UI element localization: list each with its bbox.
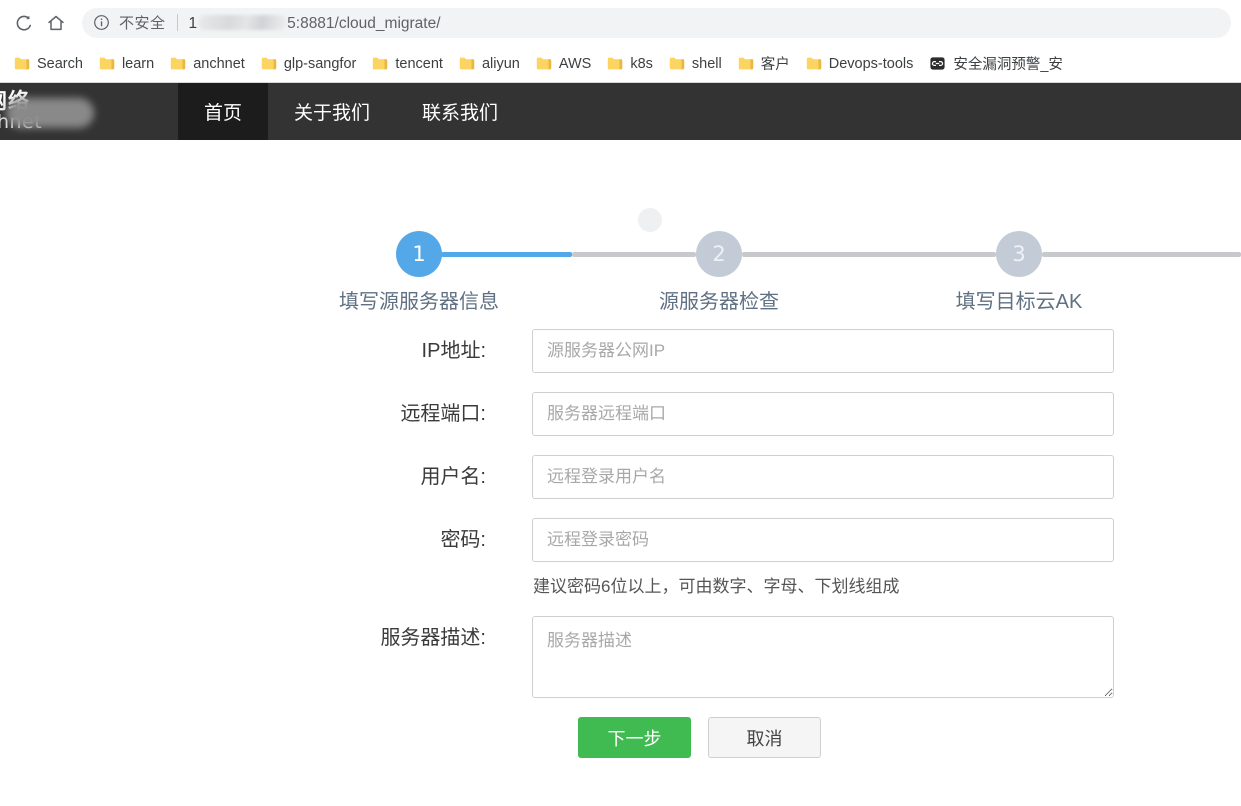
step-number: 1 (412, 242, 425, 266)
form-row-ip-address: IP地址: (0, 329, 1241, 373)
folder-icon (99, 56, 115, 71)
reload-button[interactable] (8, 7, 40, 39)
bookmark-label: Devops-tools (829, 56, 914, 72)
bookmark-item-k8s[interactable]: k8s (599, 50, 661, 78)
bookmark-label: learn (122, 56, 154, 72)
logo-redaction-blur (6, 98, 94, 128)
link-icon (929, 55, 946, 72)
bookmark-label: shell (692, 56, 722, 72)
ip-address-input[interactable] (532, 329, 1114, 373)
site-logo[interactable]: 网络 chnet (0, 83, 178, 140)
nav-item-0[interactable]: 首页 (178, 83, 268, 140)
browser-chrome: 不安全 1 5:8881/cloud_migrate/ Search learn an… (0, 0, 1241, 83)
bookmark-item-devops-tools[interactable]: Devops-tools (798, 50, 922, 78)
form-label-remote-port: 远程端口: (0, 392, 532, 436)
folder-icon (14, 56, 30, 71)
progress-stepper: 1 2 3 填写源服务器信息 源服务器检查 填写目标云AK (0, 197, 1241, 307)
bookmark-label: glp-sangfor (284, 56, 357, 72)
form-label-username: 用户名: (0, 455, 532, 499)
step-line-3-todo (1042, 252, 1241, 257)
site-nav-items: 首页关于我们联系我们 (178, 83, 524, 140)
username-input[interactable] (532, 455, 1114, 499)
folder-icon (170, 56, 186, 71)
nav-item-1[interactable]: 关于我们 (268, 83, 396, 140)
step-node-1[interactable]: 1 (396, 231, 442, 277)
step-number: 2 (712, 242, 725, 266)
bookmark-label: AWS (559, 56, 592, 72)
remote-port-input[interactable] (532, 392, 1114, 436)
page-content: 1 2 3 填写源服务器信息 源服务器检查 填写目标云AK IP地址: 远程端口:… (0, 197, 1241, 806)
bookmark-item-anchnet[interactable]: anchnet (162, 50, 253, 78)
url-path-suffix: 5:8881/cloud_migrate/ (287, 15, 440, 33)
bookmark-item-tencent[interactable]: tencent (364, 50, 451, 78)
folder-icon (459, 56, 475, 71)
form-label-ip-address: IP地址: (0, 329, 532, 373)
password-input[interactable] (532, 518, 1114, 562)
reload-icon (14, 13, 34, 33)
bookmark-item-aliyun[interactable]: aliyun (451, 50, 528, 78)
field-wrap-server-description (532, 616, 1241, 698)
form-actions: 下一步取消 (0, 717, 1241, 758)
field-wrap-ip-address (532, 329, 1241, 373)
form-label-server-description: 服务器描述: (0, 616, 532, 660)
bookmark-label: anchnet (193, 56, 245, 72)
url-redacted-blur (198, 15, 286, 30)
next-step-button[interactable]: 下一步 (578, 717, 691, 758)
bookmark-item-search[interactable]: Search (6, 50, 91, 78)
folder-icon (607, 56, 623, 71)
home-button[interactable] (40, 7, 72, 39)
cancel-button[interactable]: 取消 (708, 717, 821, 758)
step-node-3[interactable]: 3 (996, 231, 1042, 277)
field-wrap-username (532, 455, 1241, 499)
bookmark-item-glp-sangfor[interactable]: glp-sangfor (253, 50, 365, 78)
stepper-ghost-dot (638, 208, 662, 232)
folder-icon (372, 56, 388, 71)
bookmark-item-shell[interactable]: shell (661, 50, 730, 78)
folder-icon (669, 56, 685, 71)
migration-form: IP地址:远程端口:用户名:密码:建议密码6位以上，可由数字、字母、下划线组成服… (0, 329, 1241, 758)
form-label-password: 密码: (0, 518, 532, 562)
bookmark-label: aliyun (482, 56, 520, 72)
bookmark-item--[interactable]: 客户 (730, 50, 798, 78)
step-line-1-done (441, 252, 572, 257)
step-label-2: 源服务器检查 (659, 285, 779, 314)
password-hint: 建议密码6位以上，可由数字、字母、下划线组成 (532, 572, 1241, 597)
step-line-1-todo (572, 252, 696, 257)
form-row-remote-port: 远程端口: (0, 392, 1241, 436)
server-description-input[interactable] (532, 616, 1114, 698)
folder-icon (261, 56, 277, 71)
bookmarks-bar: Search learn anchnet glp-sangfor tencent aliy… (0, 45, 1241, 82)
bookmark-label: k8s (630, 56, 653, 72)
step-label-1: 填写源服务器信息 (339, 285, 499, 314)
browser-toolbar: 不安全 1 5:8881/cloud_migrate/ (0, 0, 1241, 45)
site-navbar: 网络 chnet 首页关于我们联系我们 (0, 83, 1241, 140)
url-text: 1 5:8881/cloud_migrate/ (189, 13, 441, 33)
bookmark-item-aws[interactable]: AWS (528, 50, 600, 78)
form-row-username: 用户名: (0, 455, 1241, 499)
folder-icon (806, 56, 822, 71)
home-icon (46, 13, 66, 33)
folder-icon (738, 56, 754, 71)
form-row-server-description: 服务器描述: (0, 616, 1241, 698)
address-bar[interactable]: 不安全 1 5:8881/cloud_migrate/ (82, 8, 1231, 38)
field-wrap-password: 建议密码6位以上，可由数字、字母、下划线组成 (532, 518, 1241, 597)
step-line-2-todo (742, 252, 996, 257)
step-node-2[interactable]: 2 (696, 231, 742, 277)
bookmark-label: 安全漏洞预警_安 (953, 53, 1063, 74)
step-label-3: 填写目标云AK (956, 285, 1083, 314)
step-number: 3 (1012, 242, 1025, 266)
bookmark-label: Search (37, 56, 83, 72)
bookmark-item-security-alert[interactable]: 安全漏洞预警_安 (921, 50, 1071, 78)
url-host-prefix: 1 (189, 15, 198, 33)
nav-item-2[interactable]: 联系我们 (396, 83, 524, 140)
form-row-password: 密码:建议密码6位以上，可由数字、字母、下划线组成 (0, 518, 1241, 597)
bookmark-label: 客户 (761, 53, 790, 74)
info-circle-icon (93, 14, 110, 31)
security-status-label: 不安全 (119, 12, 166, 33)
bookmark-label: tencent (395, 56, 443, 72)
field-wrap-remote-port (532, 392, 1241, 436)
folder-icon (536, 56, 552, 71)
bookmark-item-learn[interactable]: learn (91, 50, 162, 78)
omnibox-divider (177, 14, 178, 31)
